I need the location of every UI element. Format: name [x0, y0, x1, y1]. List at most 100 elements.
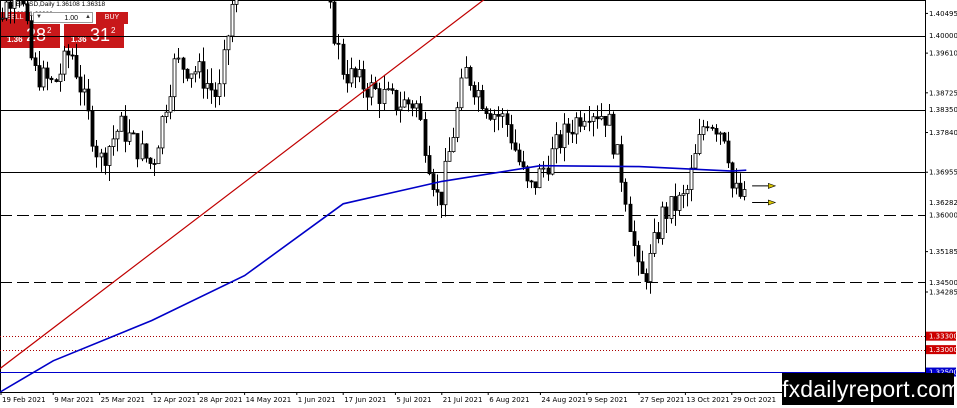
candle-body-23	[74, 55, 79, 78]
candle-body-109	[427, 155, 432, 175]
candle-body-53	[197, 61, 202, 73]
candle-body-129	[509, 124, 514, 144]
candle-body-44	[160, 116, 165, 149]
x-tick-label-3: 12 Apr 2021	[153, 396, 196, 404]
candle-body-7	[8, 1, 13, 9]
candle-body-27	[90, 110, 95, 147]
candle-body-130	[513, 142, 518, 151]
y-tick-label-10: 1.34285	[929, 288, 957, 296]
candle-body-140	[554, 134, 559, 150]
candle-body-56	[209, 83, 214, 91]
candle-body-21	[66, 50, 71, 56]
candle-body-31	[107, 146, 112, 166]
x-tick-label-10: 6 Aug 2021	[489, 396, 529, 404]
candle-body-41	[148, 157, 153, 164]
site-logo: fxdailyreport.com	[782, 373, 957, 405]
candle-body-111	[435, 189, 440, 193]
candle-body-124	[488, 113, 493, 120]
candle-body-97	[377, 88, 382, 104]
candle-body-151	[599, 115, 604, 120]
plot-frame	[0, 0, 926, 393]
candle-body-57	[213, 89, 218, 97]
candle-body-60	[226, 35, 231, 51]
candle-body-167	[664, 206, 669, 219]
candle-body-183	[730, 162, 735, 189]
level-label-2: 1.38350	[929, 106, 957, 114]
candle-body-178	[710, 126, 715, 129]
candle-body-110	[431, 173, 436, 190]
candle-body-152	[603, 115, 608, 126]
y-tick-label-8: 1.36955	[929, 169, 957, 177]
candle-body-158	[628, 203, 633, 232]
candle-body-128	[505, 113, 510, 125]
candle-body-127	[500, 113, 505, 117]
candle-body-34	[119, 115, 124, 132]
candle-body-156	[619, 144, 624, 183]
x-tick-label-6: 1 Jun 2021	[298, 396, 336, 404]
candle-body-94	[365, 88, 370, 98]
candle-body-126	[496, 113, 501, 117]
candle-body-46	[168, 96, 173, 113]
candle-body-17	[49, 77, 54, 81]
candle-body-122	[480, 90, 485, 110]
candle-body-180	[718, 132, 723, 135]
candle-body-131	[517, 149, 522, 163]
candle-body-35	[123, 115, 128, 142]
x-tick-label-15: 29 Oct 2021	[733, 396, 776, 404]
candle-body-88	[341, 43, 346, 75]
x-tick-label-12: 9 Sep 2021	[588, 396, 628, 404]
candle-body-168	[669, 196, 674, 219]
candle-body-181	[722, 132, 727, 142]
x-tick-label-1: 9 Mar 2021	[54, 396, 94, 404]
candle-body-92	[357, 69, 362, 78]
candle-body-162	[644, 273, 649, 283]
x-tick-label-13: 27 Sep 2021	[640, 396, 684, 404]
candle-body-117	[459, 77, 464, 109]
candle-body-104	[406, 99, 411, 105]
candle-body-85	[328, 0, 333, 3]
candle-body-160	[636, 245, 641, 263]
candle-body-147	[582, 120, 587, 127]
candle-body-51	[189, 73, 194, 79]
candle-body-120	[472, 85, 477, 98]
level-label-5: 1.33300	[929, 333, 957, 341]
moving-average-line	[0, 164, 747, 394]
candle-body-106	[414, 103, 419, 109]
candle-body-182	[726, 140, 731, 164]
candle-body-166	[660, 206, 665, 240]
level-label-6: 1.33000	[929, 346, 957, 354]
level-label-3: 1.36000	[929, 212, 957, 220]
candle-body-89	[345, 74, 350, 84]
candle-body-179	[714, 128, 719, 135]
candle-body-169	[673, 196, 678, 211]
candle-body-24	[78, 76, 83, 93]
candle-body-114	[447, 151, 452, 162]
candle-body-148	[587, 120, 592, 123]
candle-body-49	[181, 57, 186, 70]
candle-body-14	[37, 65, 42, 88]
candle-body-6	[4, 1, 9, 19]
candle-body-171	[681, 193, 686, 196]
candle-body-184	[734, 182, 739, 189]
candle-body-112	[439, 191, 444, 206]
candle-body-136	[537, 168, 542, 189]
x-tick-label-9: 21 Jul 2021	[443, 396, 483, 404]
projection-arrow-head-0	[767, 182, 777, 189]
price-chart[interactable]: 1.449201.440351.422651.413801.404951.396…	[0, 0, 957, 408]
candle-body-16	[45, 67, 50, 79]
candle-body-105	[410, 103, 415, 109]
candle-body-186	[742, 189, 747, 197]
projection-arrow-head-1	[767, 199, 777, 206]
candle-body-125	[492, 113, 497, 120]
candles	[0, 0, 747, 294]
candle-body-116	[455, 107, 460, 138]
candle-body-13	[33, 57, 38, 66]
candle-body-98	[382, 88, 387, 104]
candle-body-50	[185, 68, 190, 79]
x-tick-label-7: 17 Jun 2021	[344, 396, 386, 404]
y-tick-label-6: 1.38725	[929, 89, 957, 97]
candle-body-40	[144, 143, 149, 159]
candle-body-119	[468, 67, 473, 86]
candle-body-157	[623, 181, 628, 205]
x-tick-label-4: 28 Apr 2021	[199, 396, 242, 404]
